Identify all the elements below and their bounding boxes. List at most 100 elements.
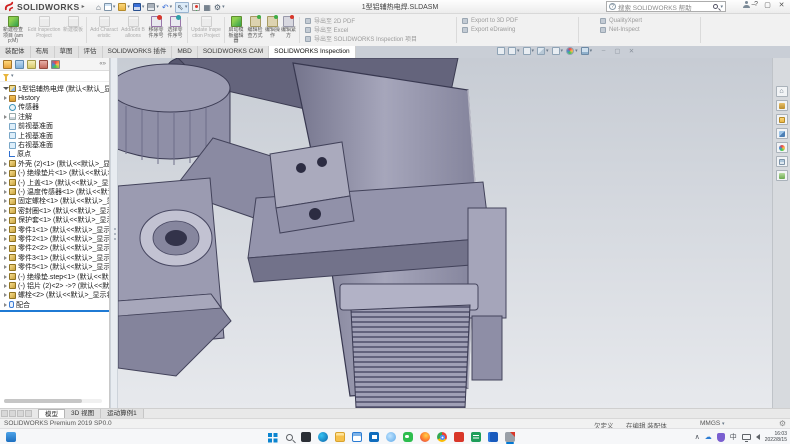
caret-icon[interactable]: ▾: [11, 73, 14, 79]
tree-item-component[interactable]: 外壳 (2)<1> (默认<<默认>_显示状态-1>: [0, 159, 109, 168]
design-library-button[interactable]: [776, 100, 788, 111]
widgets-button[interactable]: [6, 432, 16, 442]
logo-flyout-icon[interactable]: ▸: [82, 3, 85, 10]
panel-splitter[interactable]: [110, 58, 118, 408]
doc-close-button[interactable]: ✕: [626, 47, 637, 55]
tree-item-mates[interactable]: 配合: [0, 300, 109, 309]
expand-icon[interactable]: [2, 303, 9, 307]
tree-item-component[interactable]: (-) 绝缘垫.step<1> (默认<<默认>_显示状态-1>: [0, 272, 109, 281]
word-app-button[interactable]: [487, 431, 499, 443]
expand-icon[interactable]: [2, 246, 9, 250]
restore-button[interactable]: ▢: [761, 1, 774, 9]
edit-method-button[interactable]: 编辑紧方: [281, 16, 296, 45]
tree-item-component[interactable]: 零件2<1> (默认<<默认>_显示状态-1>: [0, 234, 109, 243]
tree-item-component[interactable]: (-) 上盖<1> (默认<<默认>_显示状态-1>: [0, 178, 109, 187]
store-app-button[interactable]: [368, 431, 380, 443]
minimize-button[interactable]: –: [747, 1, 760, 9]
tree-item-component[interactable]: 零件5<1> (默认<<默认>_显示状态-1>: [0, 262, 109, 271]
task-view-button[interactable]: [300, 431, 312, 443]
mail-app-button[interactable]: [351, 431, 363, 443]
search-input[interactable]: 搜索 SOLIDWORKS 帮助: [618, 2, 711, 12]
export-inspection-project-button[interactable]: 导出至 SOLIDWORKS Inspection 项目: [305, 34, 455, 43]
update-inspection-project-button[interactable]: Update Inspection Project: [190, 16, 222, 45]
file-explorer-button[interactable]: [334, 431, 346, 443]
undo-button[interactable]: ↶▾: [162, 3, 172, 12]
spreadsheet-app-button[interactable]: [470, 431, 482, 443]
tab-sketch[interactable]: 草图: [55, 46, 79, 58]
forum-button[interactable]: [776, 170, 788, 181]
view-orientation-button[interactable]: ▾: [537, 47, 549, 55]
expand-icon[interactable]: [2, 162, 9, 166]
assembly-model[interactable]: [118, 58, 790, 408]
search-scope-icon[interactable]: ?: [609, 3, 616, 10]
select-balloons-button[interactable]: 选择零件序号: [166, 16, 184, 45]
expand-icon[interactable]: [2, 228, 9, 232]
tree-root[interactable]: 1型铝辅热电焊 (默认<默认_显示状态-1>: [0, 84, 109, 93]
expand-icon[interactable]: [2, 284, 9, 288]
tab-scroll-prev-button[interactable]: [9, 410, 16, 417]
tab-displaymanager-icon[interactable]: [51, 60, 60, 69]
export-edrawing-button[interactable]: Export eDrawing: [462, 25, 574, 34]
onedrive-cloud-icon[interactable]: ☁: [705, 433, 712, 441]
tab-scroll-next-button[interactable]: [17, 410, 24, 417]
scrollbar-thumb[interactable]: [4, 399, 82, 403]
tab-mbd[interactable]: MBD: [172, 46, 197, 58]
edit-inspection-project-button[interactable]: Edit Inspection Project: [27, 16, 61, 45]
options-button[interactable]: ⚙▾: [214, 3, 225, 12]
taskbar-clock[interactable]: 16:03 2022/8/15: [765, 431, 787, 443]
tab-dimxpertmanager-icon[interactable]: [39, 60, 48, 69]
zoom-area-button[interactable]: ▾: [508, 47, 520, 55]
tree-item-component[interactable]: (-) 铝片 (2)<2> ->? (默认<<默认>_显示状态-1>: [0, 281, 109, 290]
expand-icon[interactable]: [2, 96, 9, 100]
select-tool-button[interactable]: ⇖▾: [175, 2, 189, 13]
expand-icon[interactable]: [2, 85, 9, 92]
tree-item-component[interactable]: (-) 温度传感器<1> (默认<<默认>_显示状态-1>: [0, 187, 109, 196]
units-selector[interactable]: MMGS ▾: [700, 420, 725, 427]
tab-configurationmanager-icon[interactable]: [27, 60, 36, 69]
graphics-viewport[interactable]: 35% 0KB/s 0.1KB/s: [0, 58, 790, 408]
tab-cam[interactable]: SOLIDWORKS CAM: [198, 46, 269, 58]
expand-icon[interactable]: [2, 171, 9, 175]
panel-tab-arrows-icon[interactable]: «»: [99, 61, 106, 67]
close-button[interactable]: ✕: [775, 1, 788, 9]
rebuild-button[interactable]: [192, 3, 200, 11]
custom-properties-button[interactable]: [776, 156, 788, 167]
speaker-icon[interactable]: [756, 434, 760, 440]
tab-layout[interactable]: 布局: [31, 46, 55, 58]
tab-scroll-last-button[interactable]: [25, 410, 32, 417]
status-options-icon[interactable]: ⚙: [779, 419, 786, 428]
add-characteristic-button[interactable]: Add Characteristic: [89, 16, 119, 45]
help-search-box[interactable]: ? 搜索 SOLIDWORKS 帮助 ▾: [606, 1, 726, 12]
start-button[interactable]: [266, 431, 278, 443]
expand-icon[interactable]: [2, 256, 9, 260]
filter-funnel-icon[interactable]: [3, 74, 9, 78]
tree-item-component[interactable]: 保护套<1> (默认<<默认>_显示状态-1>: [0, 215, 109, 224]
new-document-button[interactable]: ▾: [104, 3, 116, 11]
tab-scroll-first-button[interactable]: [1, 410, 8, 417]
edit-inspection-method-button[interactable]: 编辑检查方式: [246, 16, 264, 45]
security-shield-icon[interactable]: [717, 433, 725, 442]
doc-minimize-button[interactable]: –: [598, 47, 609, 55]
ime-language-indicator[interactable]: 中: [730, 432, 737, 442]
doc-restore-button[interactable]: ▢: [612, 47, 623, 55]
wechat-app-button[interactable]: [402, 431, 414, 443]
tree-item-component[interactable]: 零件3<1> (默认<<默认>_显示状态-1>: [0, 253, 109, 262]
chrome-button[interactable]: [436, 431, 448, 443]
tree-item-component[interactable]: 螺栓<2> (默认<<默认>_显示状态-1>: [0, 291, 109, 300]
file-properties-button[interactable]: ▦: [203, 3, 211, 12]
expand-icon[interactable]: [2, 190, 9, 194]
expand-icon[interactable]: [2, 237, 9, 241]
tab-featuremanager-icon[interactable]: [3, 60, 12, 69]
section-view-button[interactable]: ▾: [523, 47, 535, 55]
export-3d-pdf-button[interactable]: Export to 3D PDF: [462, 16, 574, 25]
solidworks-resources-button[interactable]: ⌂: [776, 86, 788, 97]
tree-item-component[interactable]: 固定螺栓<1> (默认<<默认>_显示状态-1>: [0, 197, 109, 206]
expand-icon[interactable]: [2, 115, 9, 119]
zoom-fit-button[interactable]: [497, 47, 505, 55]
tree-item-right-plane[interactable]: 右视基准面: [0, 140, 109, 149]
export-excel-button[interactable]: 导出至 Excel: [305, 25, 455, 34]
expand-icon[interactable]: [2, 265, 9, 269]
caret-icon[interactable]: ▾: [720, 4, 723, 10]
tab-3d-views[interactable]: 3D 视图: [65, 409, 101, 419]
tab-addins[interactable]: SOLIDWORKS 插件: [103, 46, 173, 58]
